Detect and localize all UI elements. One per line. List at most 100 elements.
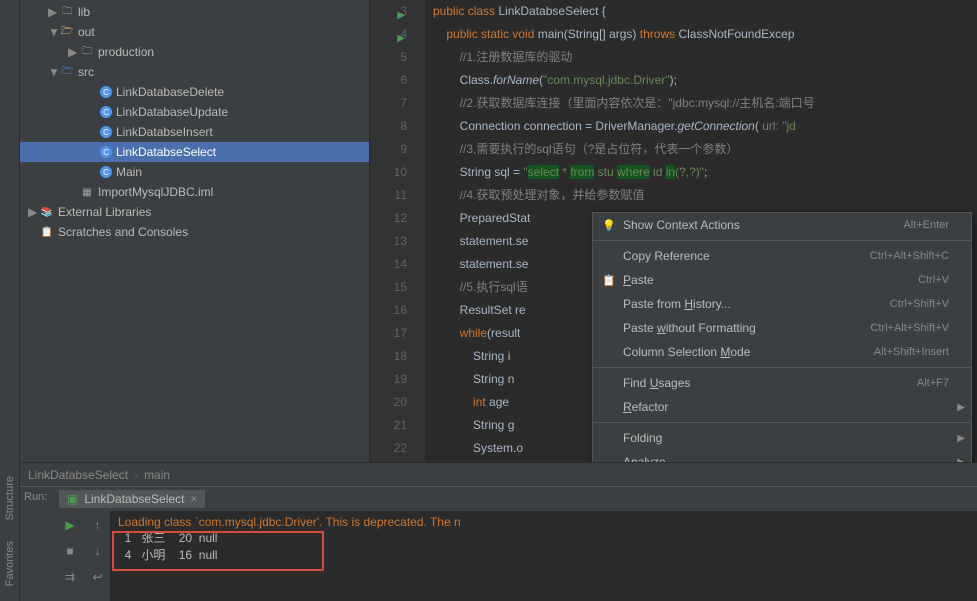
run-tab-bar: ▣ LinkDatabseSelect × <box>55 487 977 511</box>
gutter-line: 3▶ <box>370 0 407 23</box>
menu-item-analyze[interactable]: Analyze▶ <box>593 450 971 462</box>
menu-item-copy-reference[interactable]: Copy ReferenceCtrl+Alt+Shift+C <box>593 244 971 268</box>
menu-item-label: Column Selection Mode <box>623 345 874 359</box>
folder-icon: 🗀 <box>60 5 74 19</box>
run-tab[interactable]: ▣ LinkDatabseSelect × <box>59 490 205 508</box>
class-icon: C <box>100 146 112 158</box>
menu-item-paste[interactable]: 📋PasteCtrl+V <box>593 268 971 292</box>
tree-item-out[interactable]: ▼🗁 out <box>20 22 369 42</box>
tree-label: LinkDatabseInsert <box>116 125 213 139</box>
up-button[interactable]: ↑ <box>88 515 108 535</box>
tree-arrow-icon: ▼ <box>48 65 58 79</box>
menu-item-label: Paste <box>623 273 918 287</box>
gutter-line: 8 <box>370 115 407 138</box>
tree-item-scratchesandconsoles[interactable]: 📋Scratches and Consoles <box>20 222 369 242</box>
gutter-line: 22 <box>370 437 407 460</box>
menu-item-icon: 💡 <box>601 219 617 232</box>
submenu-arrow-icon: ▶ <box>957 433 965 444</box>
class-icon: C <box>100 106 112 118</box>
menu-item-label: Analyze <box>623 455 949 462</box>
menu-item-folding[interactable]: Folding ▶ <box>593 426 971 450</box>
breadcrumb-sep-icon: › <box>134 468 138 482</box>
gutter-line: 21 <box>370 414 407 437</box>
layout-button[interactable]: ⇉ <box>60 567 80 587</box>
gutter-line: 5 <box>370 46 407 69</box>
menu-item-column-selection-mode[interactable]: Column Selection ModeAlt+Shift+Insert <box>593 340 971 364</box>
menu-item-label: Show Context Actions <box>623 218 903 232</box>
tree-label: Main <box>116 165 142 179</box>
down-button[interactable]: ↓ <box>88 541 108 561</box>
gutter-line: 13 <box>370 230 407 253</box>
class-icon: C <box>100 86 112 98</box>
tree-label: External Libraries <box>58 205 151 219</box>
tree-item-linkdatabseselect[interactable]: CLinkDatabseSelect <box>20 142 369 162</box>
menu-item-shortcut: Alt+Enter <box>903 219 949 231</box>
tree-label: out <box>78 25 95 39</box>
menu-item-label: Paste from History... <box>623 297 890 311</box>
gutter-line: 14 <box>370 253 407 276</box>
close-icon[interactable]: × <box>190 492 197 506</box>
menu-item-icon: 📋 <box>601 274 617 287</box>
tree-item-linkdatabseinsert[interactable]: C LinkDatabseInsert <box>20 122 369 142</box>
run-panel-label: Run: <box>20 487 55 601</box>
tree-item-main[interactable]: CMain <box>20 162 369 182</box>
left-tool-gutter: Structure Favorites <box>0 0 20 601</box>
folder-open-icon: 🗁 <box>60 25 74 39</box>
menu-item-shortcut: Ctrl+Alt+Shift+V <box>870 322 949 334</box>
tree-item-src[interactable]: ▼🗁src <box>20 62 369 82</box>
menu-item-show-context-actions[interactable]: 💡 Show Context ActionsAlt+Enter <box>593 213 971 237</box>
tree-label: ImportMysqlJDBC.iml <box>98 185 213 199</box>
menu-item-shortcut: Alt+Shift+Insert <box>874 346 949 358</box>
gutter-line: 4▶ <box>370 23 407 46</box>
menu-item-shortcut: Alt+F7 <box>917 377 949 389</box>
tree-arrow-icon: ▶ <box>48 5 58 19</box>
tree-item-production[interactable]: ▶🗀production <box>20 42 369 62</box>
gutter-line: 6 <box>370 69 407 92</box>
gutter-line: 17 <box>370 322 407 345</box>
gutter-line: 20 <box>370 391 407 414</box>
tree-item-linkdatabasedelete[interactable]: CLinkDatabaseDelete <box>20 82 369 102</box>
run-panel: Run: ▣ LinkDatabseSelect × ▶ ■ ⇉ ↑ ↓ ↩ L… <box>20 486 977 601</box>
gutter-line: 16 <box>370 299 407 322</box>
tree-item-externallibraries[interactable]: ▶📚External Libraries <box>20 202 369 222</box>
project-tree: ▶🗀lib▼🗁out▶🗀production▼🗁srcCLinkDatabase… <box>20 0 370 462</box>
run-toolbar: ▶ ■ ⇉ <box>55 511 85 601</box>
menu-item-paste-without-formatting[interactable]: Paste without FormattingCtrl+Alt+Shift+V <box>593 316 971 340</box>
favorites-tool-label[interactable]: Favorites <box>4 541 16 586</box>
tree-label: lib <box>78 5 90 19</box>
tree-label: src <box>78 65 94 79</box>
wrap-button[interactable]: ↩ <box>88 567 108 587</box>
breadcrumb-method[interactable]: main <box>144 468 170 482</box>
tree-label: production <box>98 45 154 59</box>
tree-arrow-icon: ▼ <box>48 25 58 39</box>
gutter-line: 18 <box>370 345 407 368</box>
menu-item-paste-from-history-[interactable]: Paste from History...Ctrl+Shift+V <box>593 292 971 316</box>
tree-item-lib[interactable]: ▶🗀 lib <box>20 2 369 22</box>
menu-item-label: Paste without Formatting <box>623 321 870 335</box>
breadcrumb-class[interactable]: LinkDatabseSelect <box>28 468 128 482</box>
menu-separator <box>593 240 971 241</box>
gutter-line: 10 <box>370 161 407 184</box>
tree-item-importmysqljdbciml[interactable]: ▦ImportMysqlJDBC.iml <box>20 182 369 202</box>
menu-separator <box>593 422 971 423</box>
class-icon: C <box>100 126 112 138</box>
run-toolbar-2: ↑ ↓ ↩ <box>85 511 110 601</box>
folder-icon: 🗀 <box>80 45 94 59</box>
rerun-button[interactable]: ▶ <box>60 515 80 535</box>
scratch-icon: 📋 <box>40 225 54 239</box>
menu-item-find-usages[interactable]: Find UsagesAlt+F7 <box>593 371 971 395</box>
menu-item-label: Folding <box>623 431 949 445</box>
tree-item-linkdatabaseupdate[interactable]: CLinkDatabaseUpdate <box>20 102 369 122</box>
stop-button[interactable]: ■ <box>60 541 80 561</box>
menu-item-label: Copy Reference <box>623 249 870 263</box>
menu-item-label: Refactor <box>623 400 949 414</box>
structure-tool-label[interactable]: Structure <box>4 476 16 521</box>
console-output[interactable]: Loading class `com.mysql.jdbc.Driver'. T… <box>110 511 977 601</box>
menu-item-refactor[interactable]: Refactor▶ <box>593 395 971 419</box>
menu-separator <box>593 367 971 368</box>
menu-item-shortcut: Ctrl+Shift+V <box>890 298 949 310</box>
gutter-line: 11 <box>370 184 407 207</box>
editor-gutter: 3▶4▶5678910111213141516171819202122 <box>370 0 425 462</box>
run-tab-icon: ▣ <box>67 492 78 506</box>
code-editor[interactable]: 3▶4▶5678910111213141516171819202122 publ… <box>370 0 977 462</box>
